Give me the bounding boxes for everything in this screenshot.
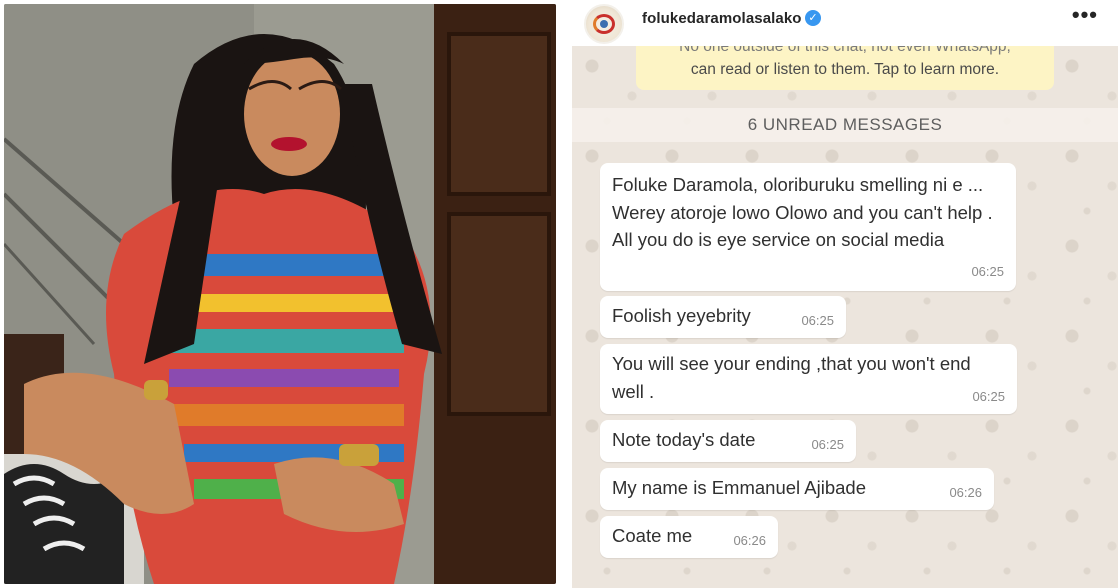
message-bubble[interactable]: Coate me 06:26	[600, 516, 778, 558]
message-text: My name is Emmanuel Ajibade	[612, 477, 866, 498]
message-time: 06:25	[971, 263, 1004, 279]
encryption-notice-line2: can read or listen to them. Tap to learn…	[690, 61, 1000, 78]
message-text: Note today's date	[612, 429, 756, 450]
message-text: Coate me	[612, 525, 693, 546]
more-options-icon[interactable]: •••	[1072, 2, 1098, 28]
message-bubble[interactable]: My name is Emmanuel Ajibade 06:26	[600, 468, 994, 510]
whatsapp-chat-area: No one outside of this chat, not even Wh…	[572, 46, 1118, 588]
message-time: 06:25	[811, 436, 844, 452]
message-time: 06:25	[972, 388, 1005, 404]
post-header: folukedaramolasalako ✓ •••	[564, 0, 1120, 46]
message-bubble[interactable]: You will see your ending ,that you won't…	[600, 344, 1017, 414]
message-time: 06:26	[733, 532, 766, 548]
message-text: Foluke Daramola, oloriburuku smelling ni…	[612, 174, 993, 250]
encryption-notice-line1: No one outside of this chat, not even Wh…	[679, 46, 1011, 55]
profile-photo	[4, 4, 556, 584]
verified-badge-icon: ✓	[805, 10, 821, 26]
unread-messages-divider: 6 UNREAD MESSAGES	[572, 108, 1118, 142]
message-time: 06:26	[949, 484, 982, 500]
encryption-notice[interactable]: No one outside of this chat, not even Wh…	[636, 46, 1054, 90]
message-text: You will see your ending ,that you won't…	[612, 353, 971, 402]
photo-illustration	[4, 4, 556, 584]
profile-avatar[interactable]	[584, 4, 624, 44]
message-bubble[interactable]: Note today's date 06:25	[600, 420, 856, 462]
instagram-post-screenshot: folukedaramolasalako ✓ ••• No one outsid…	[564, 0, 1120, 588]
message-text: Foolish yeyebrity	[612, 305, 751, 326]
message-time: 06:25	[801, 312, 834, 328]
avatar-logo-dot	[600, 20, 608, 28]
message-bubble[interactable]: Foluke Daramola, oloriburuku smelling ni…	[600, 163, 1016, 291]
username[interactable]: folukedaramolasalako	[642, 10, 802, 27]
message-bubble[interactable]: Foolish yeyebrity 06:25	[600, 296, 846, 338]
